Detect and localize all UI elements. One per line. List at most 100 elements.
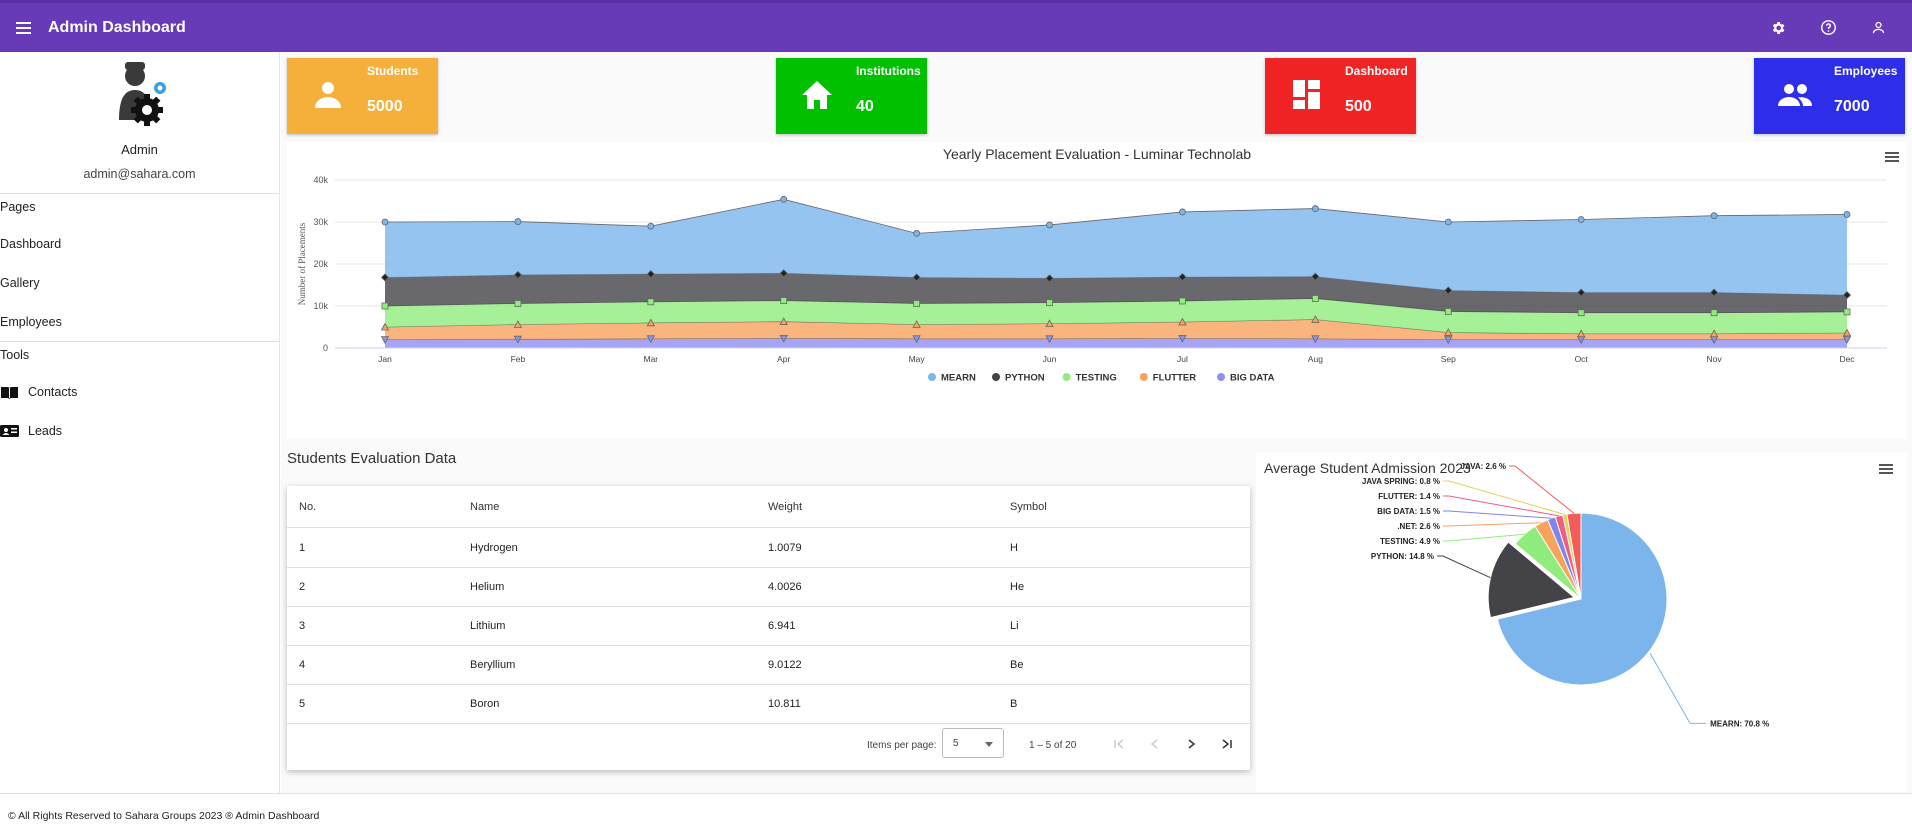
data-point[interactable]	[381, 302, 389, 310]
cell: H	[1010, 541, 1018, 554]
card-value: 500	[1345, 98, 1372, 115]
table-header-row: No. Name Weight Symbol	[287, 486, 1250, 528]
x-tick-label: Jul	[1177, 354, 1188, 364]
cell: 5	[299, 697, 306, 710]
data-point[interactable]	[1311, 295, 1319, 302]
institutions-card[interactable]: Institutions 40	[776, 58, 927, 134]
placement-area-chart: Yearly Placement Evaluation - Luminar Te…	[287, 142, 1907, 439]
data-point[interactable]	[780, 195, 788, 203]
data-point[interactable]	[1710, 309, 1718, 317]
cell: 6.941	[768, 619, 796, 632]
x-tick-label: Nov	[1707, 354, 1723, 364]
data-point[interactable]	[1179, 297, 1186, 305]
x-tick-label: Apr	[777, 354, 790, 364]
data-point[interactable]	[1311, 205, 1319, 212]
next-page-icon[interactable]	[1181, 734, 1201, 754]
y-tick-label: 10k	[313, 301, 328, 311]
data-point[interactable]	[514, 300, 522, 307]
data-point[interactable]	[1577, 216, 1585, 223]
pie-connector	[1437, 555, 1491, 579]
admin-avatar-icon	[105, 62, 175, 132]
legend-marker	[992, 373, 1000, 381]
cell: Be	[1010, 658, 1024, 671]
main-content: Students 5000 Institutions 40 Dashboard …	[281, 52, 1912, 793]
pie-label: BIG DATA: 1.5 %	[1377, 507, 1440, 516]
cell: Li	[1010, 619, 1019, 632]
chart-menu-icon[interactable]	[1879, 464, 1893, 476]
table-row: 2 Helium 4.0026 He	[287, 567, 1250, 607]
x-tick-label: Mar	[643, 354, 658, 364]
pie-chart-title: Average Student Admission 2023	[1264, 460, 1471, 476]
pie-chart-svg: MEARN: 70.8 % PYTHON: 14.8 % TESTING: 4.9 …	[1362, 462, 1769, 728]
legend-item[interactable]: TESTING	[1076, 373, 1117, 384]
students-card[interactable]: Students 5000	[287, 58, 438, 134]
data-point[interactable]	[381, 218, 389, 226]
items-per-page-select[interactable]: 5	[942, 728, 1004, 758]
data-point[interactable]	[1444, 308, 1452, 315]
data-point[interactable]	[647, 298, 655, 306]
data-point[interactable]	[1046, 221, 1053, 229]
first-page-icon[interactable]	[1109, 734, 1129, 754]
sidebar-item-employees[interactable]: Employees	[0, 302, 279, 341]
y-tick-label: 20k	[313, 259, 328, 269]
pie-label: FLUTTER: 1.4 %	[1378, 492, 1440, 501]
area-chart-svg: 0 10k 20k 30k 40k Number of Placements Jan Feb M…	[297, 175, 1887, 384]
profile: Admin admin@sahara.com	[0, 52, 279, 181]
sidebar-item-contacts[interactable]: Contacts	[0, 372, 279, 411]
sidebar-item-gallery[interactable]: Gallery	[0, 263, 279, 302]
pie-label: TESTING: 4.9 %	[1380, 537, 1440, 546]
legend-item[interactable]: PYTHON	[1005, 373, 1045, 384]
stat-cards: Students 5000 Institutions 40 Dashboard …	[287, 58, 1907, 134]
account-icon[interactable]	[1866, 16, 1890, 40]
sidebar-item-leads[interactable]: Leads	[0, 411, 279, 450]
data-point[interactable]	[1577, 309, 1585, 317]
y-tick-label: 40k	[313, 175, 328, 185]
chart-menu-icon[interactable]	[1885, 152, 1899, 164]
sidebar-item-label: Employees	[0, 314, 62, 329]
data-point[interactable]	[1710, 212, 1718, 220]
items-per-page-label: Items per page:	[867, 740, 937, 751]
data-point[interactable]	[1046, 299, 1053, 307]
previous-page-icon[interactable]	[1145, 734, 1165, 754]
x-tick-label: Oct	[1575, 354, 1589, 364]
pie-label: MEARN: 70.8 %	[1710, 719, 1769, 728]
x-tick-label: Aug	[1308, 354, 1323, 364]
legend-item[interactable]: BIG DATA	[1230, 373, 1275, 384]
last-page-icon[interactable]	[1217, 734, 1237, 754]
legend-item[interactable]: FLUTTER	[1153, 373, 1196, 384]
pie-connector	[1443, 522, 1542, 527]
menu-icon[interactable]	[16, 18, 36, 38]
column-header[interactable]: Name	[470, 501, 499, 513]
app-title: Admin Dashboard	[48, 18, 186, 36]
data-point[interactable]	[1843, 211, 1851, 218]
employees-card[interactable]: Employees 7000	[1754, 58, 1905, 134]
help-icon[interactable]	[1816, 16, 1840, 40]
card-label: Students	[367, 64, 419, 78]
column-header[interactable]: Symbol	[1010, 501, 1047, 513]
footer-text: © All Rights Reserved to Sahara Groups 2…	[8, 810, 320, 822]
data-point[interactable]	[913, 229, 921, 237]
tools-section-title: Tools	[0, 348, 30, 362]
sidebar-item-dashboard[interactable]: Dashboard	[0, 224, 279, 263]
data-point[interactable]	[913, 300, 921, 307]
column-header[interactable]: No.	[299, 501, 316, 513]
data-point[interactable]	[1179, 208, 1186, 216]
data-point[interactable]	[1843, 308, 1851, 316]
data-point[interactable]	[647, 222, 655, 230]
column-header[interactable]: Weight	[768, 501, 802, 513]
card-label: Institutions	[856, 64, 921, 78]
profile-email: admin@sahara.com	[83, 167, 196, 181]
x-tick-label: Dec	[1839, 354, 1855, 364]
settings-icon[interactable]	[1766, 16, 1790, 40]
data-point[interactable]	[1444, 218, 1452, 226]
data-point[interactable]	[780, 297, 788, 304]
data-point[interactable]	[514, 218, 522, 225]
cell: Beryllium	[470, 658, 516, 671]
contact-card-icon	[0, 423, 20, 439]
profile-name: Admin	[121, 142, 158, 157]
sidebar-item-label: Leads	[28, 423, 63, 438]
admission-pie-chart: Average Student Admission 2023 MEARN: 70…	[1256, 452, 1907, 792]
dashboard-card[interactable]: Dashboard 500	[1265, 58, 1416, 134]
y-tick-label: 0	[323, 343, 328, 353]
legend-item[interactable]: MEARN	[941, 373, 976, 384]
